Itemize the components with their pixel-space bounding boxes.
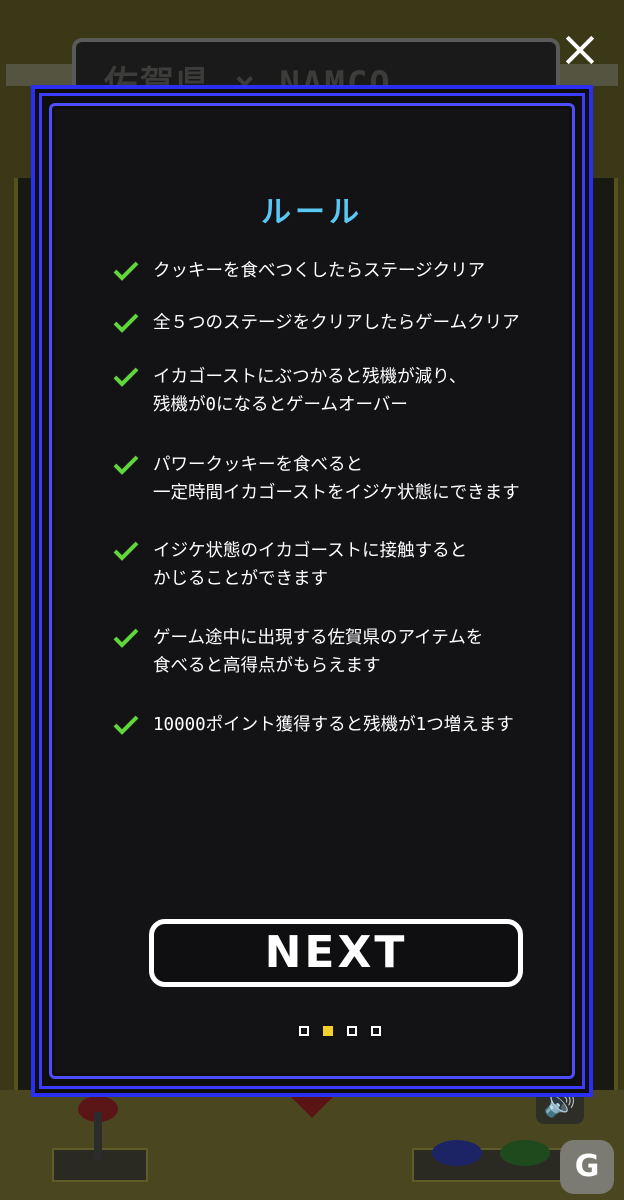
check-icon [113, 455, 139, 475]
rule-text: パワークッキーを食べると 一定時間イカゴーストをイジケ状態にできます [153, 455, 520, 503]
rule-text: ゲーム途中に出現する佐賀県のアイテムを 食べると高得点がもらえます [153, 628, 484, 676]
joystick-stick [94, 1112, 102, 1160]
rule-text: クッキーを食べつくしたらステージクリア [153, 261, 486, 281]
page-indicator [299, 1026, 389, 1036]
page-dot[interactable] [347, 1026, 357, 1036]
page-dot[interactable] [299, 1026, 309, 1036]
game-screen: 佐賀県 × NAMCO 🔊 G ルール クッキーを食べつくしたらステージクリア … [0, 0, 624, 1200]
logo-icon: G [560, 1140, 614, 1194]
blue-arcade-button [432, 1140, 482, 1166]
rule-text: 10000ポイント獲得すると残機が1つ増えます [153, 715, 514, 735]
green-arcade-button [500, 1140, 550, 1166]
rules-title: ルール [261, 195, 363, 230]
check-icon [113, 541, 139, 561]
page-dot-active[interactable] [323, 1026, 333, 1036]
check-icon [113, 715, 139, 735]
next-button[interactable]: NEXT [149, 919, 523, 987]
check-icon [113, 313, 139, 333]
page-dot[interactable] [371, 1026, 381, 1036]
rules-modal-content: ルール クッキーを食べつくしたらステージクリア 全５つのステージをクリアしたらゲ… [55, 109, 569, 1073]
down-arrow-icon [290, 1096, 334, 1118]
rule-text: イジケ状態のイカゴーストに接触すると かじることができます [153, 541, 468, 589]
rules-modal: ルール クッキーを食べつくしたらステージクリア 全５つのステージをクリアしたらゲ… [31, 85, 593, 1097]
check-icon [113, 628, 139, 648]
check-icon [113, 261, 139, 281]
close-icon[interactable] [560, 30, 600, 70]
rule-text: イカゴーストにぶつかると残機が減り、 残機が0になるとゲームオーバー [153, 367, 467, 415]
rule-text: 全５つのステージをクリアしたらゲームクリア [153, 313, 520, 333]
check-icon [113, 367, 139, 387]
